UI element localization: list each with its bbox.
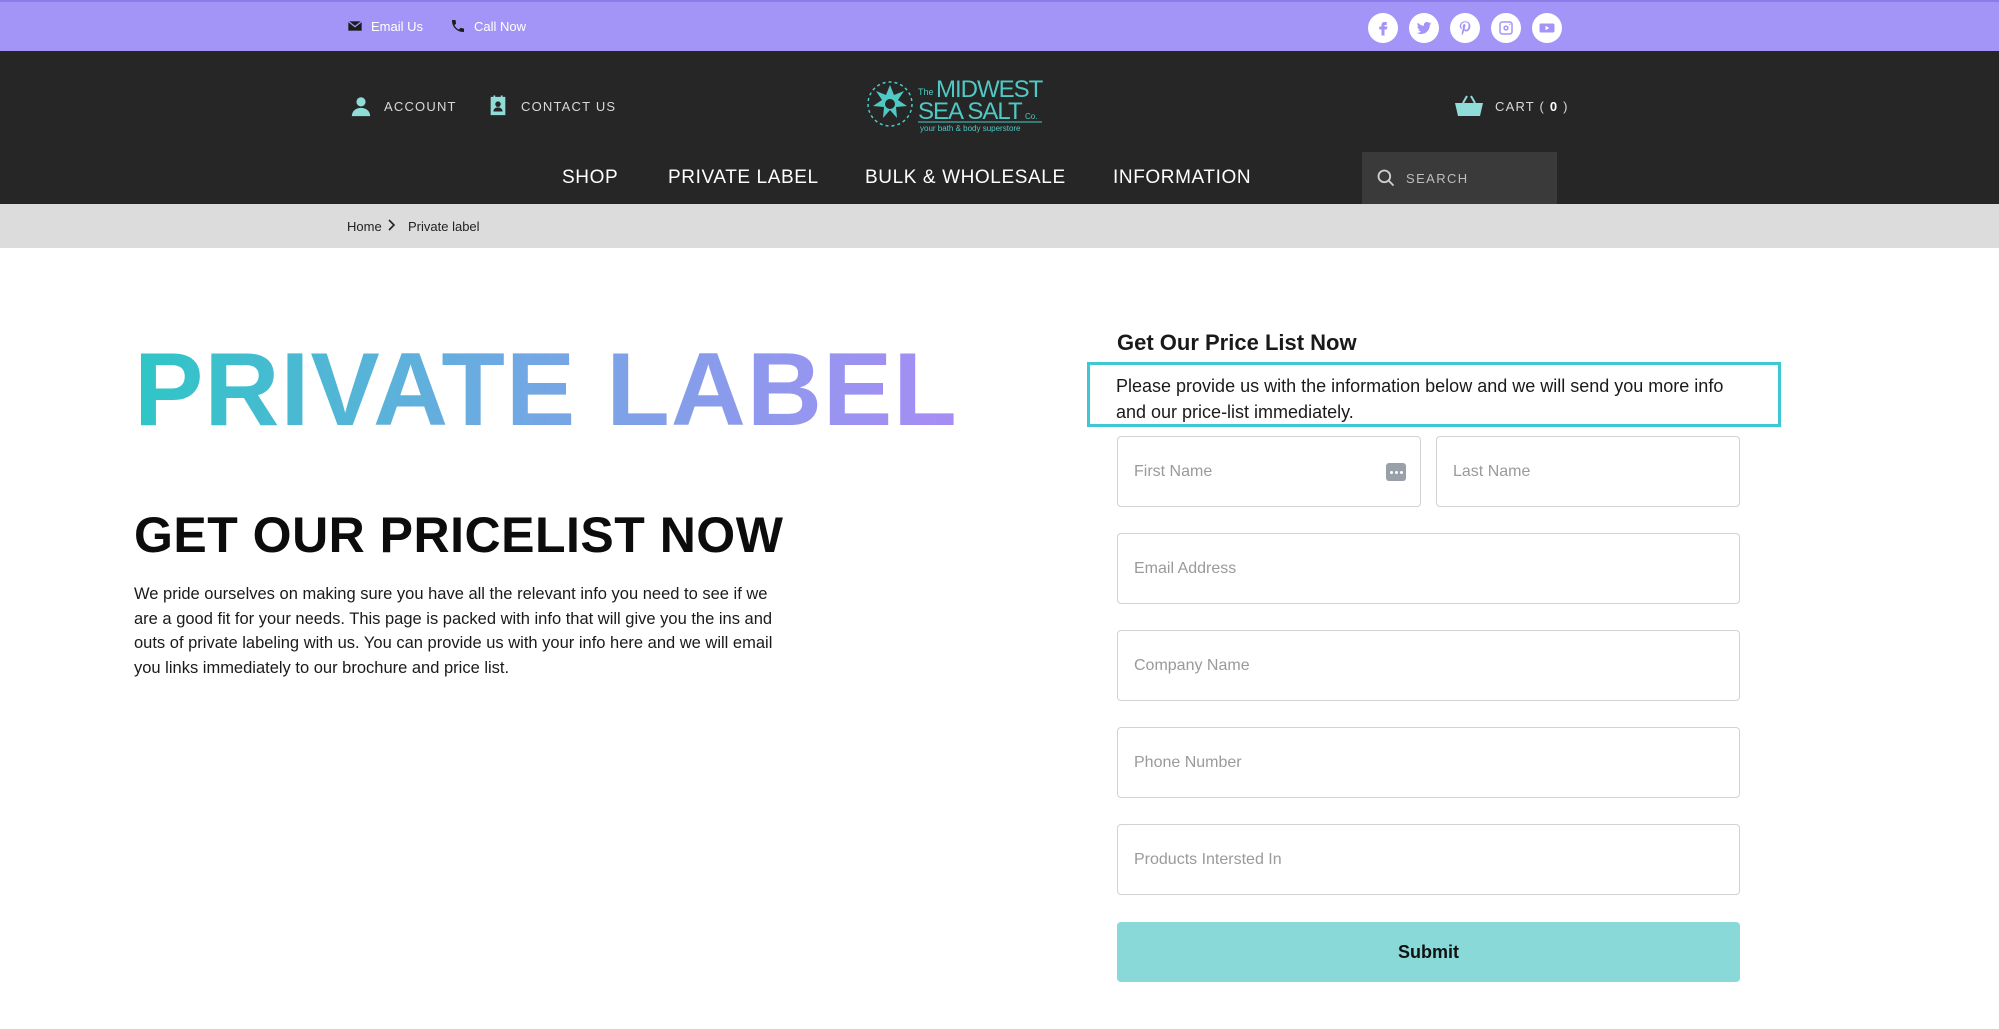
intro-paragraph: We pride ourselves on making sure you ha… [134,585,773,677]
account-label: ACCOUNT [384,98,457,114]
phone-icon [452,20,464,32]
first-name-field[interactable] [1117,436,1421,507]
instagram-icon [1499,21,1513,35]
products-input[interactable] [1134,850,1739,869]
form-description: Please provide us with the information b… [1087,362,1781,427]
company-field[interactable] [1117,630,1740,701]
call-now-link[interactable]: Call Now [450,18,526,34]
company-input[interactable] [1134,656,1739,675]
svg-text:The: The [918,87,934,97]
products-field[interactable] [1117,824,1740,895]
page-title: PRIVATE LABEL [134,332,958,448]
phone-input[interactable] [1134,753,1739,772]
nav-shop[interactable]: SHOP [562,167,618,189]
svg-text:your bath & body superstore: your bath & body superstore [920,124,1021,133]
instagram-link[interactable] [1491,13,1521,43]
email-field[interactable] [1117,533,1740,604]
last-name-field[interactable] [1436,436,1740,507]
site-logo[interactable]: The MIDWEST SEA SALT Co. your bath & bod… [862,73,1045,135]
form-title: Get Our Price List Now [1117,330,1357,355]
email-us-label: Email Us [371,18,424,34]
envelope-icon [347,20,363,31]
phone-field[interactable] [1117,727,1740,798]
breadcrumb-current: Private label [408,219,480,234]
last-name-input[interactable] [1453,462,1739,481]
section-heading: GET OUR PRICELIST NOW [134,507,784,563]
first-name-input[interactable] [1134,462,1420,481]
contact-us-link[interactable]: CONTACT US [487,95,616,117]
site-header: ACCOUNT CONTACT US The MIDWEST SEA SALT … [0,51,1999,204]
account-link[interactable]: ACCOUNT [350,95,457,117]
twitter-link[interactable] [1409,13,1439,43]
chevron-right-icon [388,219,396,231]
svg-text:SEA SALT: SEA SALT [918,98,1023,125]
nav-bulk-wholesale[interactable]: BULK & WHOLESALE [865,167,1066,189]
call-now-label: Call Now [474,18,527,34]
submit-button[interactable]: Submit [1117,922,1740,982]
user-icon [351,97,371,117]
nav-information[interactable]: INFORMATION [1113,167,1251,189]
cart-label: CART ( 0 ) [1495,98,1569,114]
facebook-link[interactable] [1368,13,1398,43]
cart-count: 0 [1549,98,1559,114]
youtube-icon [1539,23,1555,33]
nav-private-label[interactable]: PRIVATE LABEL [668,167,819,189]
search-icon [1377,169,1395,187]
pinterest-link[interactable] [1450,13,1480,43]
contact-us-label: CONTACT US [521,98,617,114]
search-input[interactable] [1406,170,1546,186]
top-bar: Email Us Call Now [0,0,1999,51]
shopping-basket-icon [1455,95,1483,116]
breadcrumb: Home Private label [0,204,1999,248]
twitter-icon [1416,21,1432,35]
sea-salt-logo-icon: The MIDWEST SEA SALT Co. your bath & bod… [867,76,1045,133]
email-us-link[interactable]: Email Us [347,18,423,34]
email-input[interactable] [1134,559,1739,578]
contact-card-icon [490,95,506,116]
autofill-key-icon[interactable] [1386,463,1406,481]
breadcrumb-home[interactable]: Home [347,219,382,234]
search-box[interactable] [1362,152,1557,204]
youtube-link[interactable] [1532,13,1562,43]
svg-text:Co.: Co. [1025,112,1037,121]
cart-link[interactable]: CART ( 0 ) [1455,95,1569,117]
facebook-icon [1379,22,1388,36]
pinterest-icon [1459,21,1471,36]
